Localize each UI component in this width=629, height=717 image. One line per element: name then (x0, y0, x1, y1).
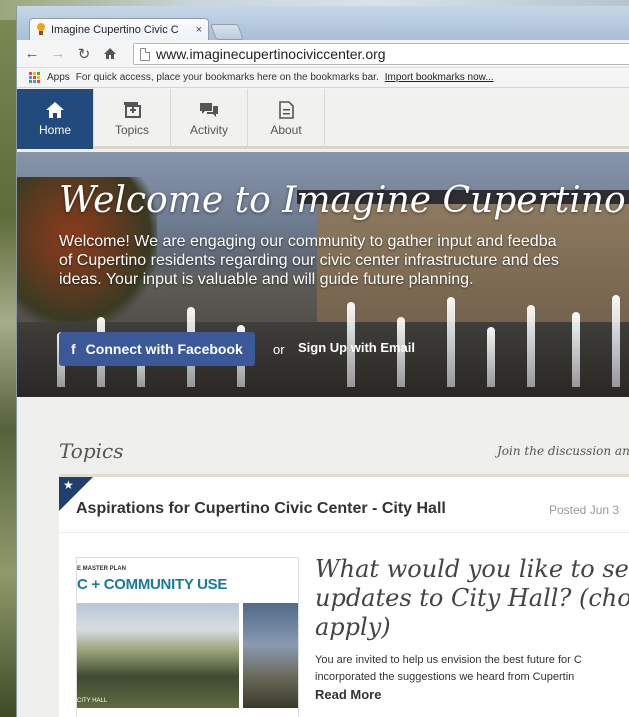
hero-intro: Welcome! We are engaging our community t… (59, 232, 629, 289)
thumbnail-photo-secondary (243, 603, 298, 708)
nav-item-about[interactable]: About (248, 89, 325, 149)
question-title[interactable]: What would you like to se updates to Cit… (315, 555, 629, 642)
tab-close-icon[interactable]: × (196, 24, 202, 36)
tab-title: Imagine Cupertino Civic C (50, 23, 179, 36)
nav-item-label: Topics (114, 123, 149, 137)
star-icon: ★ (63, 478, 74, 492)
topic-title[interactable]: Aspirations for Cupertino Civic Center -… (76, 500, 446, 518)
thumbnail-caption-bottom: CITY HALL (77, 698, 108, 704)
reload-button[interactable]: ↻ (73, 43, 95, 65)
site-nav: Home Topics Activity About (17, 89, 629, 149)
nav-item-home[interactable]: Home (17, 89, 94, 149)
browser-window: Imagine Cupertino Civic C × ← → ↻ www.im… (16, 6, 629, 717)
facebook-icon: f (71, 341, 76, 357)
fountain-jet (527, 305, 535, 387)
apps-link[interactable]: Apps (47, 72, 70, 83)
connect-facebook-button[interactable]: f Connect with Facebook (59, 332, 255, 366)
fountain-jet (447, 297, 455, 387)
nav-item-topics[interactable]: Topics (94, 89, 171, 149)
nav-item-label: Home (38, 123, 71, 137)
about-icon (279, 101, 294, 119)
question-title-line: apply) (315, 613, 391, 641)
apps-icon[interactable] (29, 71, 41, 84)
activity-icon (200, 103, 218, 117)
posted-date: Posted Jun 3 (549, 503, 620, 517)
question-description: You are invited to help us envision the … (315, 652, 629, 686)
browser-home-icon (104, 48, 116, 59)
bookmarks-hint: For quick access, place your bookmarks h… (75, 72, 379, 83)
back-button[interactable]: ← (21, 43, 43, 65)
hero-intro-line: ideas. Your input is valuable and will g… (59, 271, 474, 288)
bulb-favicon-icon (36, 23, 46, 36)
address-bar[interactable]: www.imaginecupertinociviccenter.org (133, 43, 629, 65)
question-title-line: What would you like to se (315, 555, 629, 583)
fountain-jet (572, 312, 580, 387)
thumbnail-caption-main: C + COMMUNITY USE (77, 576, 228, 593)
join-discussion-text: Join the discussion an (497, 444, 629, 458)
site-content: Home Topics Activity About Welcome to Im… (17, 89, 629, 717)
question-title-line: updates to City Hall? (cho (315, 584, 629, 612)
or-separator: or (273, 342, 285, 357)
hero-intro-line: of Cupertino residents regarding our civ… (59, 252, 559, 269)
hero-intro-line: Welcome! We are engaging our community t… (59, 233, 557, 250)
tab-strip: Imagine Cupertino Civic C × (17, 6, 629, 40)
card-divider (59, 532, 629, 533)
nav-item-label: About (270, 123, 302, 137)
thumbnail-caption-top: E MASTER PLAN (77, 566, 127, 572)
home-button[interactable] (99, 43, 121, 65)
topics-heading: Topics (59, 439, 124, 463)
question-description-line: incorporated the suggestions we heard fr… (315, 671, 575, 683)
fountain-jet (487, 327, 495, 387)
hero-banner: Welcome to Imagine Cupertino Welcome! We… (17, 152, 629, 397)
nav-item-activity[interactable]: Activity (171, 89, 248, 149)
connect-facebook-label: Connect with Facebook (85, 341, 243, 357)
new-tab-button[interactable] (210, 24, 244, 40)
hero-title: Welcome to Imagine Cupertino (59, 180, 626, 221)
thumbnail-photo (77, 603, 239, 708)
question-description-line: You are invited to help us envision the … (315, 654, 582, 666)
url-text: www.imaginecupertinociviccenter.org (156, 46, 386, 62)
home-icon (46, 102, 64, 118)
bookmarks-bar: Apps For quick access, place your bookma… (17, 68, 629, 88)
import-bookmarks-link[interactable]: Import bookmarks now... (385, 72, 494, 83)
forward-button[interactable]: → (47, 43, 69, 65)
topic-thumbnail[interactable]: E MASTER PLAN C + COMMUNITY USE CITY HAL… (76, 557, 299, 717)
page-icon (140, 47, 150, 61)
browser-toolbar: ← → ↻ www.imaginecupertinociviccenter.or… (17, 40, 629, 68)
topics-icon (124, 102, 141, 118)
nav-item-label: Activity (189, 123, 228, 137)
read-more-link[interactable]: Read More (315, 687, 381, 702)
signup-email-link[interactable]: Sign Up with Email (298, 340, 415, 355)
browser-tab[interactable]: Imagine Cupertino Civic C × (29, 18, 209, 40)
fountain-jet (612, 295, 620, 387)
topic-card: ★ Aspirations for Cupertino Civic Center… (59, 474, 629, 717)
